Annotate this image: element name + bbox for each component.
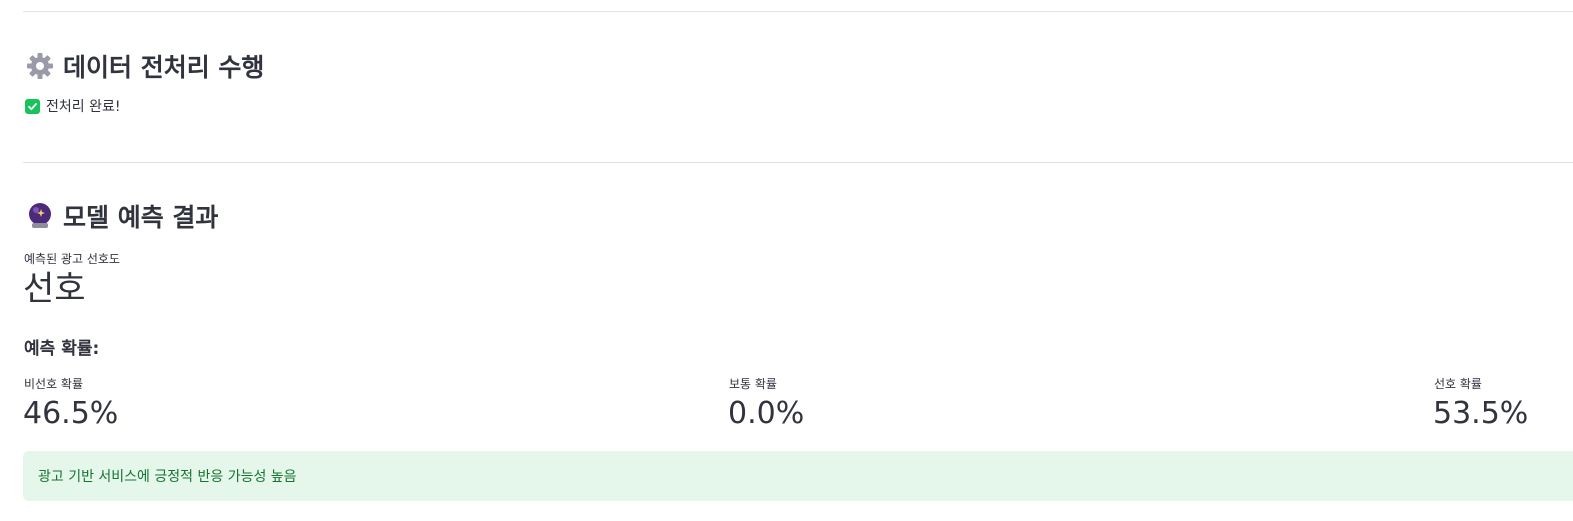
prediction-label: 예측된 광고 선호도 — [24, 252, 120, 266]
crystal-ball-icon — [25, 201, 55, 231]
result-title: 모델 예측 결과 — [63, 203, 219, 232]
preprocess-status: 전처리 완료! — [25, 96, 120, 116]
preprocess-title: 데이터 전처리 수행 — [63, 53, 265, 82]
probability-value-dislike: 46.5% — [23, 396, 119, 431]
probability-label-like: 선호 확률 — [1434, 377, 1482, 391]
success-message: 광고 기반 서비스에 긍정적 반응 가능성 높음 — [38, 469, 297, 485]
prediction-value: 선호 — [23, 269, 86, 309]
success-alert: 광고 기반 서비스에 긍정적 반응 가능성 높음 — [23, 451, 1573, 501]
section-divider — [23, 162, 1573, 163]
result-heading: 모델 예측 결과 — [25, 198, 218, 234]
top-divider — [23, 11, 1573, 12]
probability-label-neutral: 보통 확률 — [729, 377, 777, 391]
probability-heading: 예측 확률: — [24, 339, 100, 359]
preprocess-status-text: 전처리 완료! — [46, 99, 121, 115]
probability-label-dislike: 비선호 확률 — [24, 377, 84, 391]
probability-value-neutral: 0.0% — [728, 396, 805, 431]
preprocess-heading: 데이터 전처리 수행 — [25, 48, 264, 84]
check-mark-button-icon — [25, 98, 40, 114]
app-main: 데이터 전처리 수행 전처리 완료! 모델 예측 결과 예측된 광고 선호도 선… — [0, 0, 1573, 521]
gear-icon — [25, 51, 55, 81]
probability-value-like: 53.5% — [1433, 396, 1529, 431]
